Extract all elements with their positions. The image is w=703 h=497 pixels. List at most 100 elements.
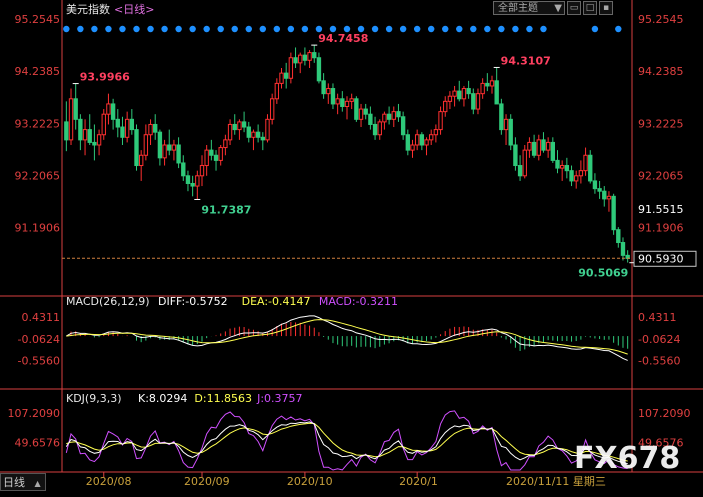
- candle-body: [124, 118, 130, 138]
- price-tick-left-0: 95.2545: [15, 13, 61, 26]
- candle-body: [508, 118, 513, 146]
- event-marker-dot: [287, 25, 295, 33]
- candle-body: [251, 131, 256, 138]
- candle-body: [354, 98, 359, 120]
- candle-body: [457, 90, 462, 100]
- price-tick-right-1: 94.2385: [638, 65, 684, 78]
- candle-body: [265, 118, 270, 141]
- candle-body: [522, 149, 527, 177]
- candle-body: [138, 154, 144, 167]
- candle-body: [288, 57, 294, 79]
- candle-body: [461, 88, 467, 100]
- price-annotation-0: 93.9966: [80, 71, 130, 84]
- candle-body: [153, 123, 158, 133]
- theme-select[interactable]: 全部主题 ▼: [493, 1, 565, 15]
- event-marker-dot: [77, 25, 84, 33]
- kdj-tick-right-0: 107.2090: [638, 407, 691, 420]
- candle-body: [335, 98, 340, 105]
- macd-legend-1: DEA:-0.4147: [242, 295, 311, 308]
- kdj-tick-left-1: 49.6576: [15, 436, 61, 449]
- candle-body: [433, 129, 439, 136]
- candle-body: [204, 149, 209, 167]
- kdj-legend-0: K:8.0294: [138, 392, 187, 405]
- candle-body: [438, 111, 443, 131]
- candle-body: [106, 103, 111, 115]
- kdj-title: KDJ(9,3,3): [66, 392, 122, 405]
- cursor-value-label: 91.5515: [638, 203, 684, 216]
- event-marker-dot: [427, 25, 435, 33]
- candle-body: [527, 141, 532, 151]
- candle-body: [559, 165, 565, 169]
- chevron-up-icon: ▲: [34, 479, 41, 488]
- candle-body: [223, 139, 228, 149]
- candle-body: [134, 129, 139, 167]
- event-marker-dot: [301, 25, 309, 33]
- event-marker-dot: [217, 25, 224, 33]
- period-tab[interactable]: 日线 ▲: [0, 473, 46, 491]
- event-marker-dot: [259, 25, 267, 33]
- candle-body: [606, 195, 612, 200]
- macd-legend-2: MACD:-0.3211: [319, 295, 398, 308]
- event-marker-dot: [591, 25, 599, 33]
- close-icon[interactable]: ▪: [599, 1, 613, 15]
- candle-body: [190, 182, 195, 187]
- price-annotation-1: 91.7387: [201, 203, 251, 216]
- event-marker-dot: [119, 25, 126, 33]
- last-price-label: 90.5930: [638, 252, 684, 265]
- candle-body: [284, 72, 289, 79]
- macd-tick-right-1: -0.0624: [638, 333, 680, 346]
- candle-body: [101, 113, 106, 136]
- candle-body: [340, 98, 345, 107]
- date-tick-2: 2020/10: [287, 475, 333, 488]
- event-marker-dot: [470, 25, 477, 33]
- chevron-down-icon: ▼: [554, 3, 562, 14]
- candle-body: [588, 154, 593, 182]
- candle-body: [368, 113, 373, 125]
- event-marker-dot: [175, 25, 182, 33]
- candle-body: [494, 80, 499, 105]
- event-marker-dot: [161, 25, 168, 33]
- candle-body: [78, 118, 83, 141]
- kdj-tick-left-0: 107.2090: [8, 407, 61, 420]
- toolbar: 全部主题 ▼ ▭ □ ▪: [493, 1, 613, 15]
- candle-body: [616, 229, 621, 244]
- candle-body: [92, 141, 97, 146]
- candle-body: [424, 139, 429, 146]
- event-marker-dot: [442, 25, 449, 33]
- candle-body: [227, 123, 233, 141]
- chart-symbol: 美元指数: [66, 2, 110, 16]
- candle-body: [171, 144, 177, 151]
- candle-body: [316, 57, 322, 82]
- macd-legend-0: DIFF:-0.5752: [158, 295, 228, 308]
- candle-body: [372, 123, 378, 136]
- event-marker-dot: [371, 25, 379, 33]
- price-annotation-2: 94.7458: [318, 32, 368, 45]
- candle-body: [386, 113, 392, 120]
- event-marker-dot: [498, 25, 505, 33]
- candle-body: [555, 159, 560, 169]
- event-marker-dot: [91, 25, 98, 33]
- candle-body: [429, 134, 434, 141]
- event-marker-dot: [399, 25, 407, 33]
- candle-body: [344, 100, 350, 107]
- candle-body: [255, 131, 261, 138]
- candle-body: [96, 134, 102, 146]
- event-marker-dot: [203, 25, 210, 33]
- candle-body: [382, 113, 387, 123]
- price-tick-right-3: 92.2065: [638, 169, 684, 182]
- candle-body: [181, 162, 186, 177]
- candle-body: [148, 123, 153, 136]
- maximize-icon[interactable]: □: [583, 1, 597, 15]
- candle-body: [363, 108, 368, 115]
- restore-icon[interactable]: ▭: [567, 1, 581, 15]
- candle-body: [574, 175, 579, 182]
- macd-tick-right-2: -0.5560: [638, 354, 680, 367]
- candle-body: [517, 165, 523, 177]
- candle-body: [536, 139, 541, 156]
- candle-body: [293, 57, 298, 64]
- chart-svg[interactable]: 美元指数 <日线> 95.2545 95.2545 94.2385 94.2385 93.2…: [0, 0, 703, 493]
- date-tick-3: 2020/1: [399, 475, 438, 488]
- candle-body: [405, 134, 410, 151]
- candle-body: [185, 175, 191, 184]
- event-marker-dot: [484, 25, 491, 33]
